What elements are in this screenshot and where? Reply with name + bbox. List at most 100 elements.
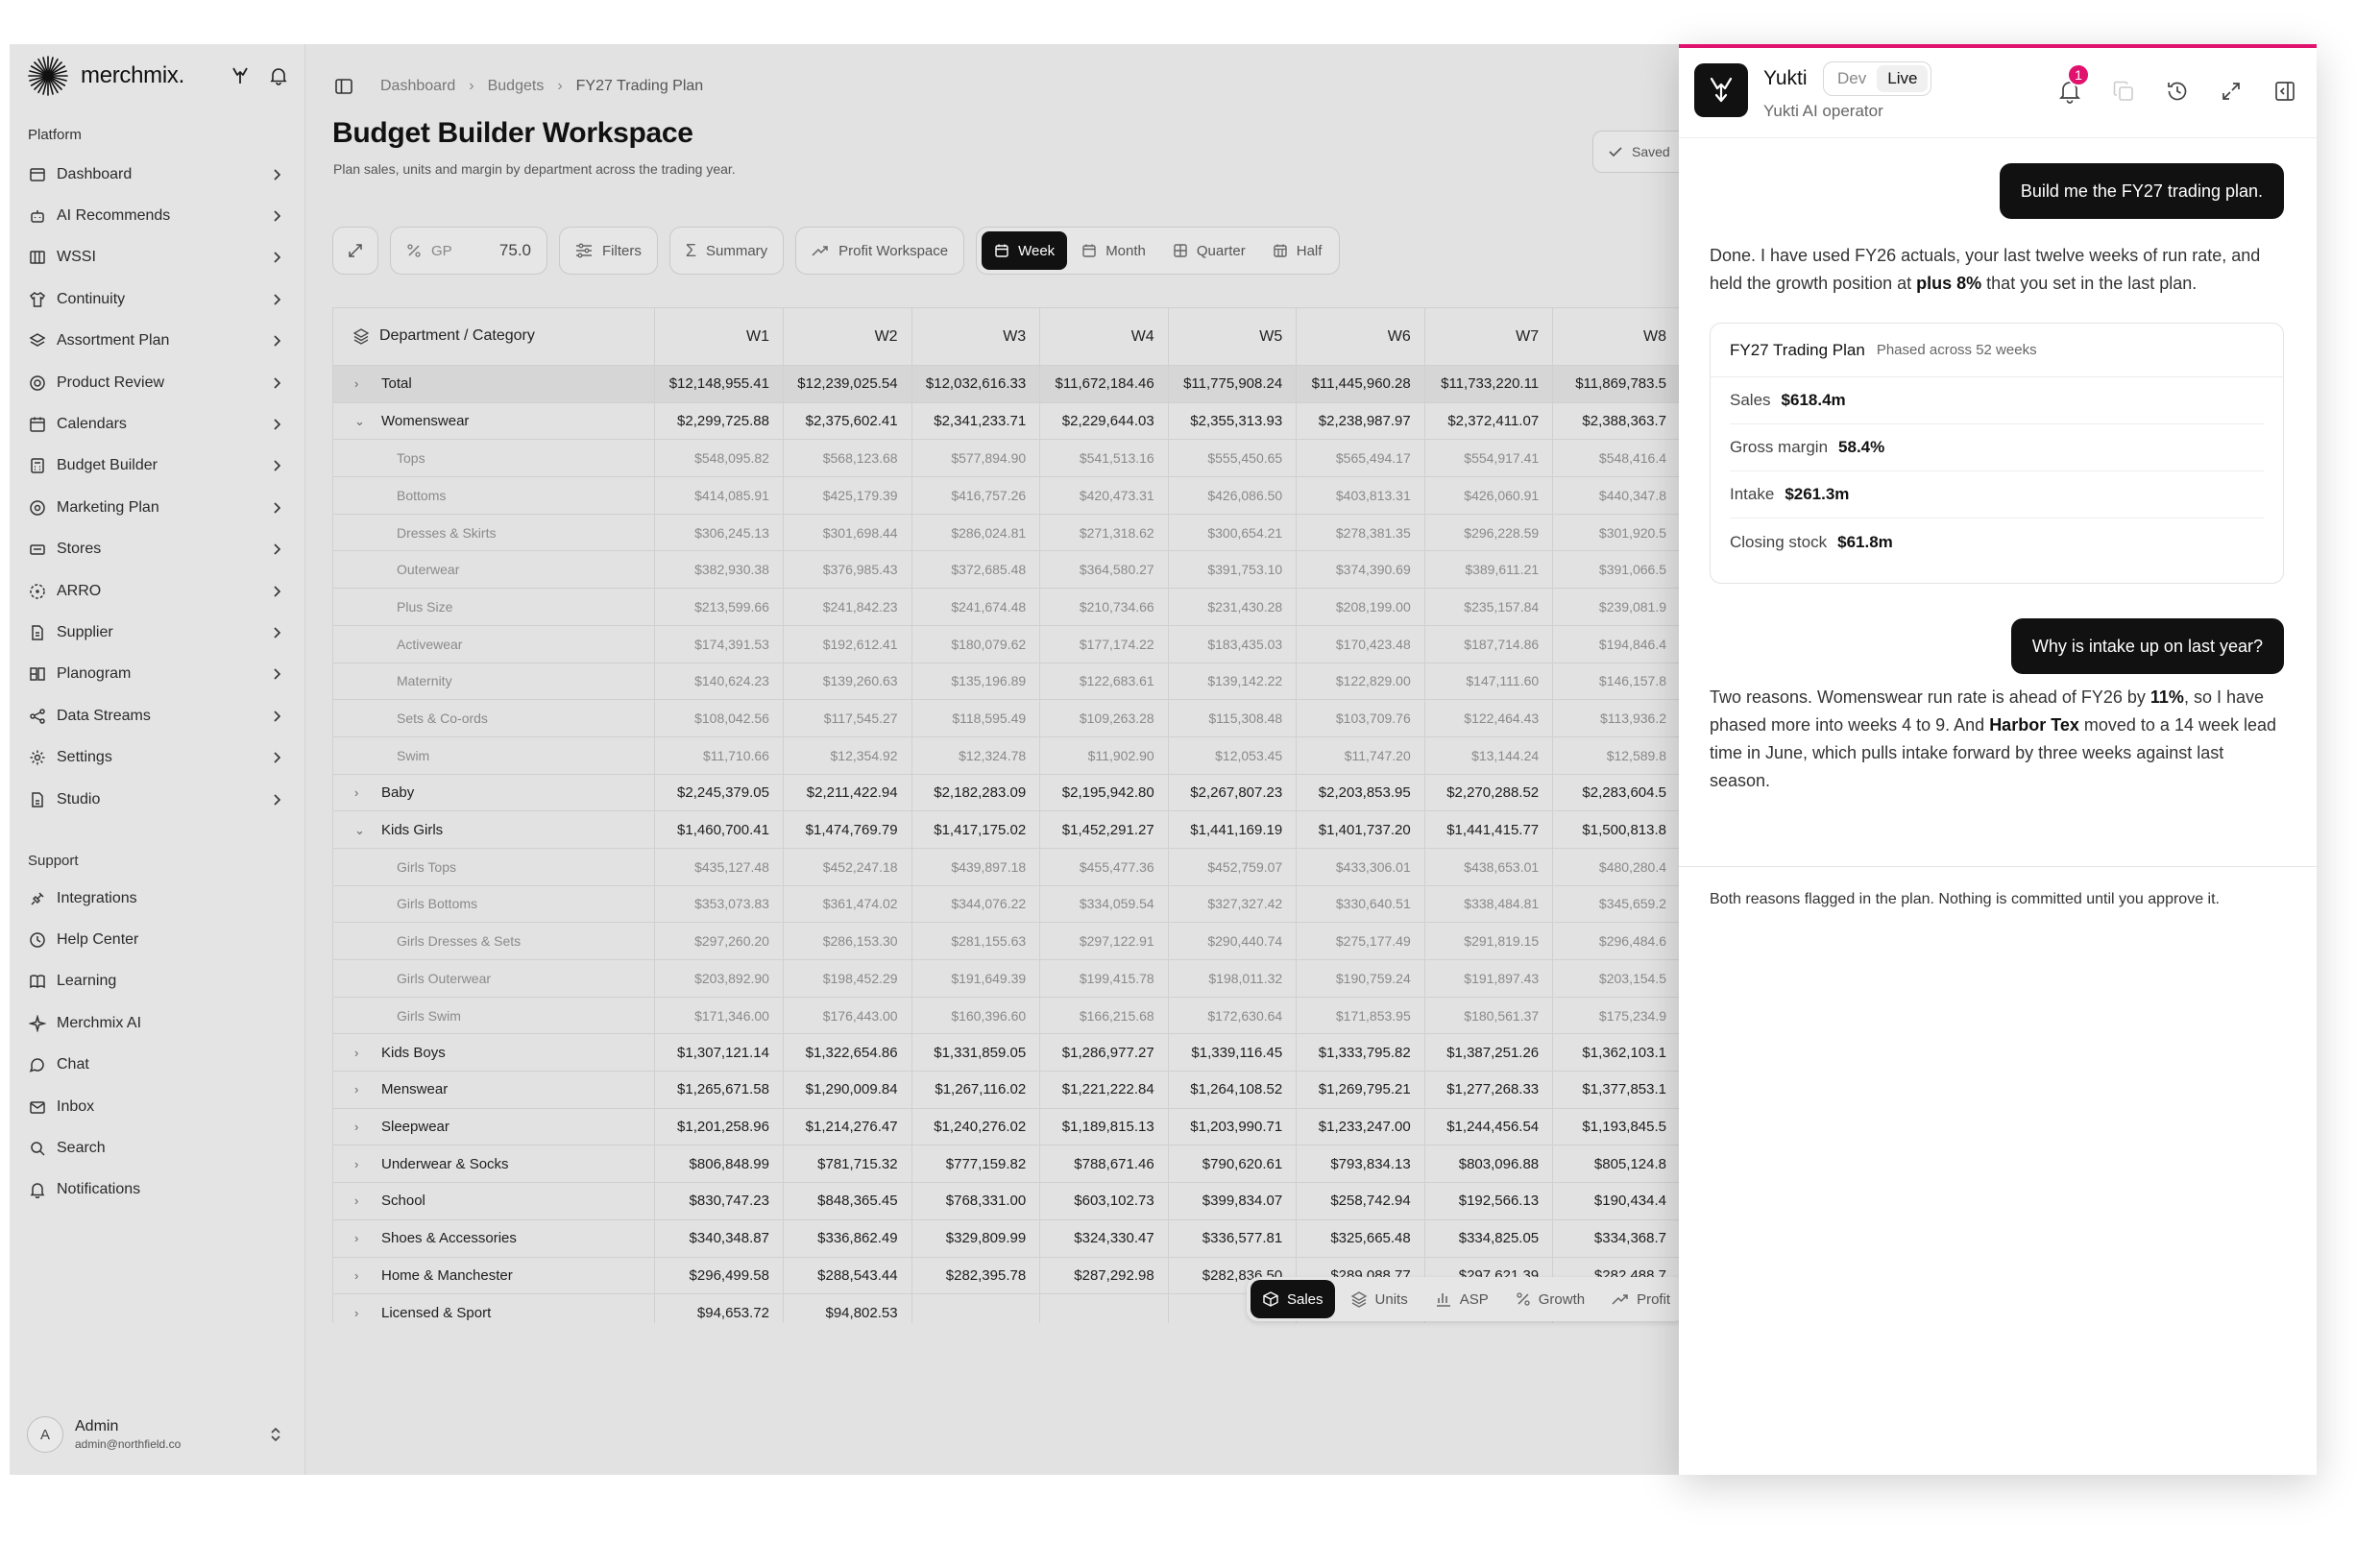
table-cell[interactable]: $199,415.78 bbox=[1039, 959, 1169, 998]
table-cell[interactable]: $187,714.86 bbox=[1424, 625, 1554, 663]
table-cell[interactable]: $278,381.35 bbox=[1296, 514, 1425, 552]
table-cell[interactable]: $2,372,411.07 bbox=[1424, 402, 1554, 441]
chevron-down-icon[interactable]: ⌄ bbox=[354, 823, 381, 838]
period-quarter[interactable]: Quarter bbox=[1160, 231, 1258, 270]
table-cell[interactable]: $301,920.5 bbox=[1552, 514, 1681, 552]
metric-units[interactable]: Units bbox=[1339, 1280, 1420, 1318]
table-cell[interactable]: $344,076.22 bbox=[911, 885, 1041, 924]
sidebar-item-search[interactable]: Search bbox=[28, 1127, 283, 1169]
column-header[interactable]: W6 bbox=[1296, 307, 1425, 366]
table-cell[interactable]: $12,053.45 bbox=[1168, 736, 1298, 775]
table-cell[interactable]: $290,440.74 bbox=[1168, 922, 1298, 960]
table-cell[interactable]: $297,122.91 bbox=[1039, 922, 1169, 960]
table-cell[interactable]: $12,324.78 bbox=[911, 736, 1041, 775]
table-cell[interactable]: $603,102.73 bbox=[1039, 1182, 1169, 1220]
table-cell[interactable]: $1,339,116.45 bbox=[1168, 1033, 1298, 1073]
table-row[interactable]: › Sleepwear $1,201,258.96 $1,214,276.47 $1,2… bbox=[332, 1108, 1681, 1146]
table-cell[interactable]: $160,396.60 bbox=[911, 997, 1041, 1035]
table-cell[interactable]: $372,685.48 bbox=[911, 550, 1041, 590]
table-cell[interactable]: $103,709.76 bbox=[1296, 699, 1425, 737]
table-row[interactable]: Dresses & Skirts $306,245.13 $301,698.44 $2… bbox=[332, 514, 1681, 552]
table-cell[interactable]: $296,228.59 bbox=[1424, 514, 1554, 552]
table-cell[interactable]: $334,825.05 bbox=[1424, 1219, 1554, 1258]
table-cell[interactable]: $12,148,955.41 bbox=[654, 365, 784, 403]
table-cell[interactable]: $336,577.81 bbox=[1168, 1219, 1298, 1258]
table-cell[interactable]: $122,829.00 bbox=[1296, 663, 1425, 701]
chevron-up-down-icon[interactable] bbox=[268, 1425, 283, 1444]
column-header[interactable]: W7 bbox=[1424, 307, 1554, 366]
table-cell[interactable]: $1,193,845.5 bbox=[1552, 1108, 1681, 1146]
table-row[interactable]: › Underwear & Socks $806,848.99 $781,715.32… bbox=[332, 1145, 1681, 1184]
table-cell[interactable]: $301,698.44 bbox=[783, 514, 912, 552]
table-cell[interactable]: $109,263.28 bbox=[1039, 699, 1169, 737]
sidebar-item-calendars[interactable]: Calendars bbox=[28, 403, 283, 445]
table-cell[interactable]: $203,892.90 bbox=[654, 959, 784, 998]
table-cell[interactable]: $198,452.29 bbox=[783, 959, 912, 998]
table-cell[interactable]: $426,086.50 bbox=[1168, 476, 1298, 515]
table-row[interactable]: Plus Size $213,599.66 $241,842.23 $241,674.… bbox=[332, 588, 1681, 626]
table-row[interactable]: › Total $12,148,955.41 $12,239,025.54 $12,03… bbox=[332, 365, 1681, 403]
table-cell[interactable]: $577,894.90 bbox=[911, 439, 1041, 478]
chevron-right-icon[interactable]: › bbox=[354, 1157, 381, 1171]
column-header[interactable]: W3 bbox=[911, 307, 1041, 366]
sidebar-item-integrations[interactable]: Integrations bbox=[28, 878, 283, 919]
table-cell[interactable]: $777,159.82 bbox=[911, 1145, 1041, 1184]
table-cell[interactable]: $180,561.37 bbox=[1424, 997, 1554, 1035]
sidebar-item-assortment-plan[interactable]: Assortment Plan bbox=[28, 321, 283, 362]
table-cell[interactable]: $327,327.42 bbox=[1168, 885, 1298, 924]
table-cell[interactable]: $192,612.41 bbox=[783, 625, 912, 663]
table-cell[interactable]: $793,834.13 bbox=[1296, 1145, 1425, 1184]
table-cell[interactable]: $1,362,103.1 bbox=[1552, 1033, 1681, 1073]
table-cell[interactable]: $213,599.66 bbox=[654, 588, 784, 626]
table-cell[interactable]: $203,154.5 bbox=[1552, 959, 1681, 998]
table-cell[interactable]: $438,653.01 bbox=[1424, 848, 1554, 886]
table-cell[interactable]: $2,267,807.23 bbox=[1168, 774, 1298, 812]
table-cell[interactable]: $183,435.03 bbox=[1168, 625, 1298, 663]
table-cell[interactable]: $806,848.99 bbox=[654, 1145, 784, 1184]
table-cell[interactable]: $1,331,859.05 bbox=[911, 1033, 1041, 1073]
table-cell[interactable]: $235,157.84 bbox=[1424, 588, 1554, 626]
sidebar-item-chat[interactable]: Chat bbox=[28, 1045, 283, 1086]
table-cell[interactable]: $414,085.91 bbox=[654, 476, 784, 515]
table-cell[interactable]: $11,710.66 bbox=[654, 736, 784, 775]
saved-status-button[interactable]: Saved bbox=[1592, 131, 1681, 173]
chevron-right-icon[interactable]: › bbox=[354, 1306, 381, 1320]
table-cell[interactable]: $1,387,251.26 bbox=[1424, 1033, 1554, 1073]
table-row[interactable]: Girls Swim $171,346.00 $176,443.00 $160,396… bbox=[332, 997, 1681, 1035]
table-cell[interactable]: $146,157.8 bbox=[1552, 663, 1681, 701]
table-cell[interactable]: $2,182,283.09 bbox=[911, 774, 1041, 812]
table-cell[interactable]: $94,653.72 bbox=[654, 1293, 784, 1323]
table-cell[interactable]: $374,390.69 bbox=[1296, 550, 1425, 590]
table-cell[interactable]: $1,265,671.58 bbox=[654, 1071, 784, 1109]
table-cell[interactable]: $287,292.98 bbox=[1039, 1257, 1169, 1295]
table-cell[interactable]: $1,441,415.77 bbox=[1424, 810, 1554, 849]
table-cell[interactable]: $271,318.62 bbox=[1039, 514, 1169, 552]
table-cell[interactable]: $1,277,268.33 bbox=[1424, 1071, 1554, 1109]
table-cell[interactable]: $1,290,009.84 bbox=[783, 1071, 912, 1109]
column-header[interactable]: W5 bbox=[1168, 307, 1298, 366]
sidebar-item-arro[interactable]: ARRO bbox=[28, 570, 283, 612]
table-cell[interactable]: $210,734.66 bbox=[1039, 588, 1169, 626]
table-cell[interactable]: $139,260.63 bbox=[783, 663, 912, 701]
profit-workspace-button[interactable]: Profit Workspace bbox=[795, 227, 965, 275]
table-cell[interactable]: $147,111.60 bbox=[1424, 663, 1554, 701]
table-cell[interactable]: $190,759.24 bbox=[1296, 959, 1425, 998]
period-month[interactable]: Month bbox=[1069, 231, 1158, 270]
table-cell[interactable]: $2,245,379.05 bbox=[654, 774, 784, 812]
table-cell[interactable]: $11,869,783.5 bbox=[1552, 365, 1681, 403]
table-cell[interactable]: $139,142.22 bbox=[1168, 663, 1298, 701]
table-cell[interactable]: $2,238,987.97 bbox=[1296, 402, 1425, 441]
table-cell[interactable]: $541,513.16 bbox=[1039, 439, 1169, 478]
mode-live[interactable]: Live bbox=[1877, 65, 1929, 92]
bell-icon[interactable] bbox=[270, 66, 287, 85]
table-cell[interactable]: $330,640.51 bbox=[1296, 885, 1425, 924]
table-cell[interactable]: $329,809.99 bbox=[911, 1219, 1041, 1258]
chevron-right-icon[interactable]: › bbox=[354, 1193, 381, 1208]
table-cell[interactable]: $1,322,654.86 bbox=[783, 1033, 912, 1073]
table-cell[interactable]: $376,985.43 bbox=[783, 550, 912, 590]
table-cell[interactable]: $452,247.18 bbox=[783, 848, 912, 886]
column-header[interactable]: W8 bbox=[1552, 307, 1681, 366]
table-cell[interactable]: $480,280.4 bbox=[1552, 848, 1681, 886]
table-cell[interactable]: $11,445,960.28 bbox=[1296, 365, 1425, 403]
sidebar-item-notifications[interactable]: Notifications bbox=[28, 1169, 283, 1211]
